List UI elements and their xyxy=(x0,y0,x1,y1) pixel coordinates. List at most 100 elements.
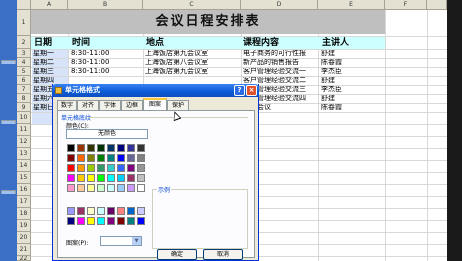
column-header-g[interactable] xyxy=(427,0,447,10)
color-swatch[interactable] xyxy=(67,184,75,192)
color-swatch[interactable] xyxy=(67,164,75,172)
cell-place[interactable]: 上海饭店第八会议室 xyxy=(145,58,208,66)
cell-date[interactable]: 星期二 xyxy=(33,58,54,66)
color-swatch[interactable] xyxy=(87,207,95,215)
cell-speaker[interactable]: 李杰臣 xyxy=(321,85,342,93)
cell-speaker[interactable]: 陈春霞 xyxy=(321,58,342,66)
color-swatch[interactable] xyxy=(77,184,85,192)
color-swatch[interactable] xyxy=(127,217,135,225)
color-swatch[interactable] xyxy=(77,207,85,215)
row-header[interactable]: 12 xyxy=(17,136,31,148)
tab-protection[interactable]: 保护 xyxy=(167,100,189,110)
color-swatch[interactable] xyxy=(97,154,105,162)
color-swatch[interactable] xyxy=(97,164,105,172)
color-swatch[interactable] xyxy=(117,164,125,172)
color-swatch[interactable] xyxy=(107,184,115,192)
close-button[interactable]: × xyxy=(246,85,257,96)
row-header[interactable]: 17 xyxy=(17,196,31,208)
color-swatch[interactable] xyxy=(77,217,85,225)
color-swatch[interactable] xyxy=(87,164,95,172)
color-swatch[interactable] xyxy=(97,144,105,152)
color-swatch[interactable] xyxy=(137,144,145,152)
tab-number[interactable]: 数字 xyxy=(57,100,77,110)
cell-date[interactable]: 星期四 xyxy=(33,76,54,84)
column-header-f[interactable]: F xyxy=(385,0,427,10)
cell-topic[interactable]: 客户管理经验交流一 xyxy=(243,67,306,75)
color-swatch[interactable] xyxy=(137,174,145,182)
no-color-button[interactable]: 无颜色 xyxy=(66,129,148,139)
row-header[interactable]: 1 xyxy=(17,10,31,36)
row-header[interactable]: 16 xyxy=(17,184,31,196)
cell-speaker[interactable]: 舒建 xyxy=(321,49,335,57)
color-swatch[interactable] xyxy=(67,154,75,162)
cell-topic[interactable]: 客户管理经验交流二 xyxy=(243,76,306,84)
color-swatch[interactable] xyxy=(127,207,135,215)
row-header[interactable]: 14 xyxy=(17,160,31,172)
color-swatch[interactable] xyxy=(87,217,95,225)
row-header[interactable]: 2 xyxy=(17,36,31,49)
color-swatch[interactable] xyxy=(107,174,115,182)
cell-time[interactable]: 8:30-11:00 xyxy=(71,49,109,57)
color-swatch[interactable] xyxy=(77,164,85,172)
color-swatch[interactable] xyxy=(87,144,95,152)
color-swatch[interactable] xyxy=(137,164,145,172)
select-all-corner[interactable] xyxy=(17,0,31,10)
cell-time[interactable]: 8:30-11:00 xyxy=(71,67,109,75)
color-swatch[interactable] xyxy=(67,174,75,182)
color-swatch[interactable] xyxy=(127,184,135,192)
row-header[interactable]: 22 xyxy=(17,256,31,261)
color-swatch[interactable] xyxy=(97,174,105,182)
cell-place[interactable]: 上海饭店第九会议室 xyxy=(145,49,208,57)
column-header-c[interactable]: C xyxy=(143,0,241,10)
row-header[interactable]: 10 xyxy=(17,112,31,124)
color-swatch[interactable] xyxy=(117,144,125,152)
color-swatch[interactable] xyxy=(67,144,75,152)
color-swatch[interactable] xyxy=(107,207,115,215)
color-swatch[interactable] xyxy=(97,217,105,225)
color-swatch[interactable] xyxy=(137,184,145,192)
color-swatch[interactable] xyxy=(117,217,125,225)
row-header[interactable]: 6 xyxy=(17,76,31,85)
color-swatch[interactable] xyxy=(67,207,75,215)
dialog-titlebar[interactable]: 单元格格式 ? × xyxy=(52,84,259,97)
row-header[interactable]: 3 xyxy=(17,49,31,58)
row-header[interactable]: 13 xyxy=(17,148,31,160)
cell-speaker[interactable]: 陈春霞 xyxy=(321,103,342,111)
tab-alignment[interactable]: 对齐 xyxy=(77,100,99,110)
row-header[interactable]: 7 xyxy=(17,85,31,94)
cell-speaker[interactable]: 舒建 xyxy=(321,94,335,102)
color-swatch[interactable] xyxy=(107,164,115,172)
color-swatch[interactable] xyxy=(117,184,125,192)
row-header[interactable]: 11 xyxy=(17,124,31,136)
format-cells-dialog[interactable]: 单元格格式 ? × 数字 对齐 字体 边框 图案 保护 单元格底纹 颜色(C):… xyxy=(52,84,259,261)
cell-topic[interactable]: 电子商务的可行性报 xyxy=(243,49,306,57)
color-swatch[interactable] xyxy=(87,184,95,192)
color-swatch[interactable] xyxy=(77,144,85,152)
color-swatch[interactable] xyxy=(107,154,115,162)
column-header-a[interactable]: A xyxy=(31,0,68,10)
column-header-b[interactable]: B xyxy=(68,0,143,10)
cell-date[interactable]: 星期三 xyxy=(33,67,54,75)
row-header[interactable]: 21 xyxy=(17,244,31,256)
color-swatch[interactable] xyxy=(97,207,105,215)
row-header[interactable]: 20 xyxy=(17,232,31,244)
tab-patterns[interactable]: 图案 xyxy=(143,98,167,110)
cell-topic[interactable]: 新产品的销售报告 xyxy=(243,58,299,66)
cell-date[interactable]: 星期六 xyxy=(33,94,54,102)
color-swatch[interactable] xyxy=(127,164,135,172)
cell-speaker[interactable]: 舒建 xyxy=(321,76,335,84)
color-swatch[interactable] xyxy=(127,174,135,182)
color-swatch[interactable] xyxy=(137,217,145,225)
row-header[interactable]: 4 xyxy=(17,58,31,67)
row-header[interactable]: 9 xyxy=(17,103,31,112)
color-swatch[interactable] xyxy=(117,207,125,215)
color-swatch[interactable] xyxy=(117,154,125,162)
color-swatch[interactable] xyxy=(137,154,145,162)
row-header[interactable]: 15 xyxy=(17,172,31,184)
help-button[interactable]: ? xyxy=(234,85,245,96)
cell-time[interactable]: 8:30-11:00 xyxy=(71,58,109,66)
cell-date[interactable]: 星期一 xyxy=(33,49,54,57)
cell-date[interactable]: 星期五 xyxy=(33,85,54,93)
cell-date[interactable]: 星期日 xyxy=(33,103,54,111)
ok-button[interactable]: 确定 xyxy=(157,249,197,260)
